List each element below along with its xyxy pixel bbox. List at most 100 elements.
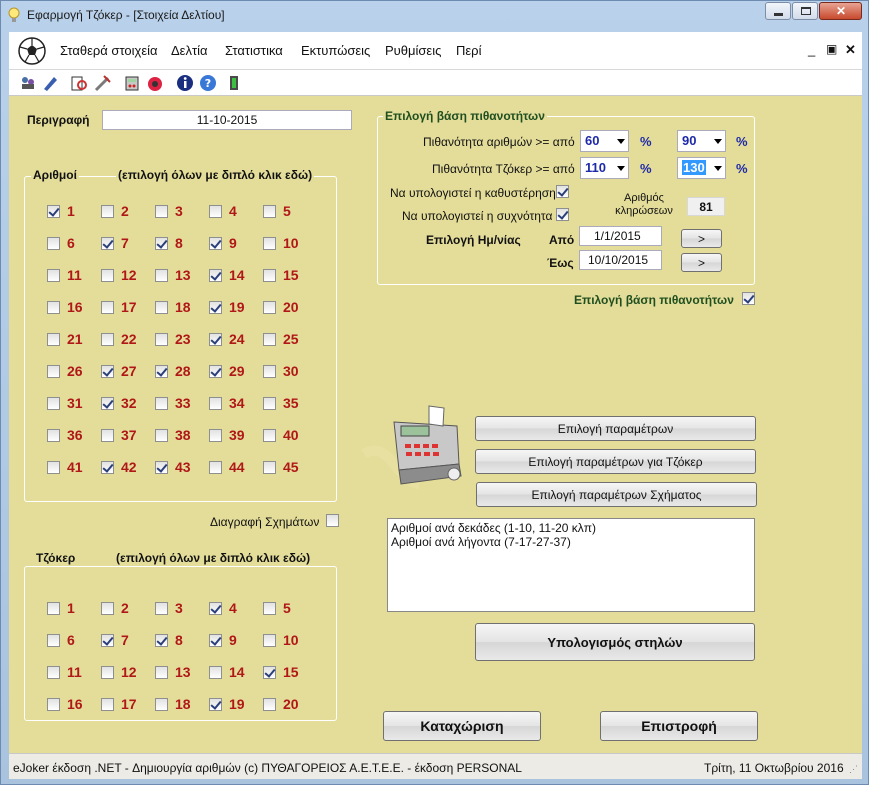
joker-checkbox-15[interactable] (263, 666, 276, 679)
minimize-button[interactable] (765, 2, 791, 20)
number-checkbox-3[interactable] (155, 205, 168, 218)
info-icon[interactable] (176, 74, 194, 92)
number-checkbox-29[interactable] (209, 365, 222, 378)
number-checkbox-33[interactable] (155, 397, 168, 410)
number-checkbox-17[interactable] (101, 301, 114, 314)
number-checkbox-35[interactable] (263, 397, 276, 410)
joker-select-all[interactable]: (επιλογή όλων με διπλό κλικ εδώ) (114, 551, 313, 565)
number-checkbox-45[interactable] (263, 461, 276, 474)
joker-probability-from[interactable]: 110 (580, 157, 629, 179)
mdi-close-icon[interactable]: ✕ (845, 42, 856, 58)
list-item[interactable]: Αριθμοί ανά δεκάδες (1-10, 11-20 κλπ) (388, 521, 754, 535)
number-checkbox-32[interactable] (101, 397, 114, 410)
exit-icon[interactable] (225, 74, 243, 92)
shape-list[interactable]: Αριθμοί ανά δεκάδες (1-10, 11-20 κλπ) Αρ… (387, 518, 755, 612)
number-checkbox-26[interactable] (47, 365, 60, 378)
mdi-minimize-icon[interactable]: _ (808, 42, 815, 57)
joker-checkbox-10[interactable] (263, 634, 276, 647)
date-from-input[interactable]: 1/1/2015 (579, 226, 662, 246)
save-button[interactable]: Καταχώριση (383, 711, 541, 741)
list-item[interactable]: Αριθμοί ανά λήγοντα (7-17-27-37) (388, 535, 754, 549)
number-checkbox-6[interactable] (47, 237, 60, 250)
joker-checkbox-8[interactable] (155, 634, 168, 647)
number-checkbox-23[interactable] (155, 333, 168, 346)
numbers-probability-from[interactable]: 60 (580, 130, 629, 152)
calculator-icon[interactable] (123, 74, 141, 92)
number-checkbox-8[interactable] (155, 237, 168, 250)
frequency-checkbox[interactable] (556, 208, 569, 221)
lottery-icon[interactable] (146, 74, 164, 92)
date-from-picker-button[interactable]: > (681, 229, 722, 248)
number-checkbox-21[interactable] (47, 333, 60, 346)
number-checkbox-7[interactable] (101, 237, 114, 250)
number-checkbox-41[interactable] (47, 461, 60, 474)
joker-checkbox-7[interactable] (101, 634, 114, 647)
number-checkbox-10[interactable] (263, 237, 276, 250)
number-checkbox-19[interactable] (209, 301, 222, 314)
help-icon[interactable]: ? (199, 74, 217, 92)
joker-checkbox-14[interactable] (209, 666, 222, 679)
delete-shapes-checkbox[interactable] (326, 514, 339, 527)
pen-icon[interactable] (41, 74, 59, 92)
joker-checkbox-11[interactable] (47, 666, 60, 679)
menu-tickets[interactable]: Δελτία (171, 43, 208, 58)
number-checkbox-27[interactable] (101, 365, 114, 378)
number-checkbox-22[interactable] (101, 333, 114, 346)
menu-statistics[interactable]: Στατιστικα (225, 43, 283, 58)
select-parameters-button[interactable]: Επιλογή παραμέτρων (475, 416, 756, 441)
numbers-select-all[interactable]: (επιλογή όλων με διπλό κλικ εδώ) (116, 168, 315, 182)
joker-checkbox-12[interactable] (101, 666, 114, 679)
description-input[interactable]: 11-10-2015 (102, 110, 352, 130)
number-checkbox-24[interactable] (209, 333, 222, 346)
players-icon[interactable] (19, 74, 37, 92)
menu-settings[interactable]: Ρυθμίσεις (385, 43, 441, 58)
number-checkbox-9[interactable] (209, 237, 222, 250)
delay-checkbox[interactable] (556, 185, 569, 198)
number-checkbox-42[interactable] (101, 461, 114, 474)
number-checkbox-38[interactable] (155, 429, 168, 442)
number-checkbox-13[interactable] (155, 269, 168, 282)
close-button[interactable]: ✕ (819, 2, 862, 20)
number-checkbox-12[interactable] (101, 269, 114, 282)
joker-checkbox-17[interactable] (101, 698, 114, 711)
menu-prints[interactable]: Εκτυπώσεις (301, 43, 370, 58)
joker-checkbox-13[interactable] (155, 666, 168, 679)
numbers-label[interactable]: Αριθμοί (31, 168, 79, 182)
joker-checkbox-18[interactable] (155, 698, 168, 711)
resize-grip-icon[interactable]: ⋰ (849, 764, 858, 775)
joker-checkbox-9[interactable] (209, 634, 222, 647)
select-shape-parameters-button[interactable]: Επιλογή παραμέτρων Σχήματος (476, 482, 757, 507)
print-preview-icon[interactable] (70, 74, 88, 92)
joker-checkbox-20[interactable] (263, 698, 276, 711)
joker-checkbox-19[interactable] (209, 698, 222, 711)
joker-checkbox-6[interactable] (47, 634, 60, 647)
joker-checkbox-3[interactable] (155, 602, 168, 615)
number-checkbox-1[interactable] (47, 205, 60, 218)
joker-label[interactable]: Τζόκερ (34, 551, 78, 565)
restore-button[interactable] (792, 2, 818, 20)
joker-checkbox-2[interactable] (101, 602, 114, 615)
joker-checkbox-4[interactable] (209, 602, 222, 615)
number-checkbox-16[interactable] (47, 301, 60, 314)
number-checkbox-31[interactable] (47, 397, 60, 410)
mdi-restore-icon[interactable]: ▣ (826, 42, 837, 56)
number-checkbox-44[interactable] (209, 461, 222, 474)
number-checkbox-30[interactable] (263, 365, 276, 378)
number-checkbox-20[interactable] (263, 301, 276, 314)
numbers-probability-to[interactable]: 90 (677, 130, 726, 152)
number-checkbox-2[interactable] (101, 205, 114, 218)
number-checkbox-43[interactable] (155, 461, 168, 474)
number-checkbox-40[interactable] (263, 429, 276, 442)
number-checkbox-39[interactable] (209, 429, 222, 442)
number-checkbox-37[interactable] (101, 429, 114, 442)
number-checkbox-18[interactable] (155, 301, 168, 314)
date-to-picker-button[interactable]: > (681, 253, 722, 272)
number-checkbox-36[interactable] (47, 429, 60, 442)
number-checkbox-25[interactable] (263, 333, 276, 346)
number-checkbox-5[interactable] (263, 205, 276, 218)
calculate-columns-button[interactable]: Υπολογισμός στηλών (475, 623, 755, 661)
joker-probability-to[interactable]: 130 (677, 157, 726, 179)
joker-checkbox-16[interactable] (47, 698, 60, 711)
joker-checkbox-1[interactable] (47, 602, 60, 615)
number-checkbox-34[interactable] (209, 397, 222, 410)
